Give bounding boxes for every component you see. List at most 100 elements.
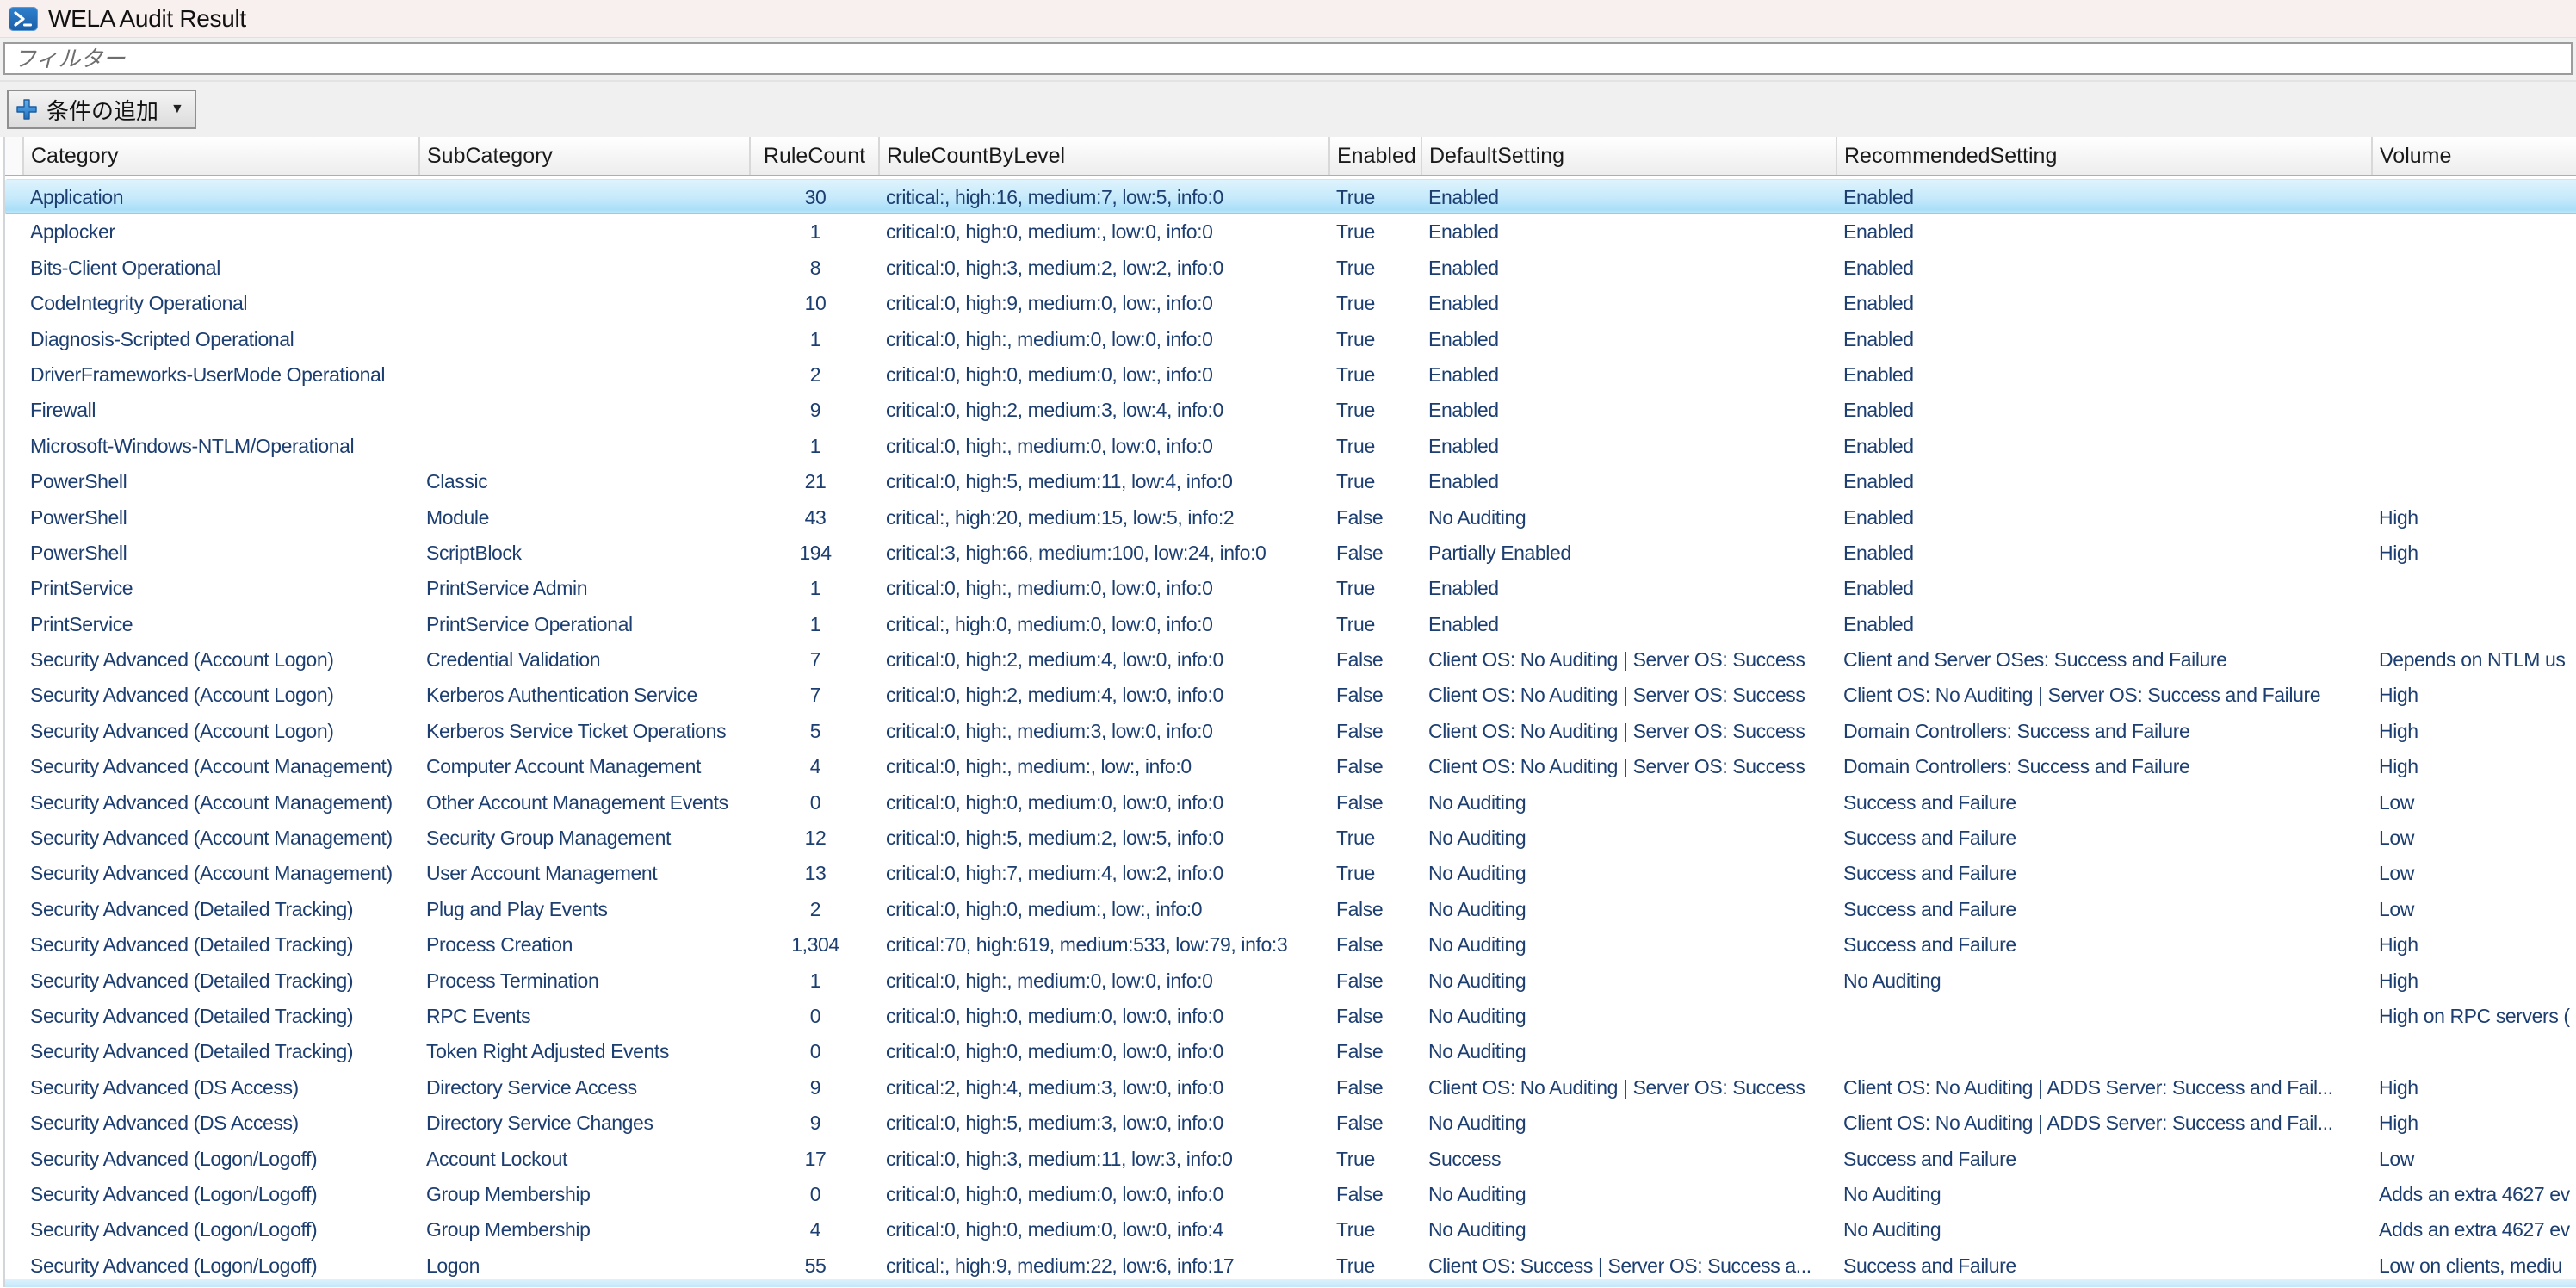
table-row[interactable]: Security Advanced (DS Access) Directory … [5, 1070, 2576, 1105]
cell-rulecount: 0 [751, 1034, 880, 1069]
cell-subcategory [420, 286, 751, 321]
table-row[interactable]: PowerShell ScriptBlock 194 critical:3, h… [5, 536, 2576, 571]
cell-enabled: True [1330, 820, 1422, 856]
plus-icon [15, 98, 38, 121]
table-row[interactable]: Diagnosis-Scripted Operational 1 critica… [5, 322, 2576, 357]
cell-rulecount: 9 [751, 1070, 880, 1105]
cell-volume: High [2373, 1070, 2576, 1105]
table-row[interactable]: Security Advanced (Detailed Tracking) Pl… [5, 892, 2576, 927]
cell-rulecount: 194 [751, 536, 880, 571]
table-row[interactable]: PrintService PrintService Operational 1 … [5, 607, 2576, 642]
cell-defaultsetting: No Auditing [1422, 927, 1837, 963]
table-row[interactable]: Applocker 1 critical:0, high:0, medium:,… [5, 214, 2576, 250]
cell-defaultsetting: No Auditing [1422, 500, 1837, 536]
row-gutter [5, 1070, 24, 1105]
cell-subcategory [420, 393, 751, 428]
cell-recommendedsetting: Enabled [1837, 393, 2373, 428]
table-row[interactable]: Security Advanced (Logon/Logoff) Group M… [5, 1212, 2576, 1248]
cell-subcategory: Token Right Adjusted Events [420, 1034, 751, 1069]
table-row[interactable]: Security Advanced (Account Management) O… [5, 785, 2576, 820]
table-row[interactable]: PowerShell Module 43 critical:, high:20,… [5, 500, 2576, 536]
cell-subcategory: RPC Events [420, 999, 751, 1034]
cell-volume [2373, 357, 2576, 393]
table-row[interactable]: Security Advanced (Account Management) C… [5, 749, 2576, 784]
table-row[interactable]: Security Advanced (Detailed Tracking) Pr… [5, 963, 2576, 999]
table-row[interactable]: Security Advanced (Account Logon) Kerber… [5, 714, 2576, 749]
cell-rulecountbylevel: critical:0, high:3, medium:2, low:2, inf… [880, 251, 1330, 286]
cell-rulecount: 0 [751, 785, 880, 820]
column-header-defaultsetting[interactable]: DefaultSetting [1422, 137, 1837, 175]
cell-enabled: False [1330, 500, 1422, 536]
cell-category: Security Advanced (Logon/Logoff) [24, 1142, 420, 1177]
cell-subcategory: Kerberos Authentication Service [420, 678, 751, 713]
table-row[interactable]: Bits-Client Operational 8 critical:0, hi… [5, 251, 2576, 286]
table-row[interactable]: Security Advanced (Detailed Tracking) RP… [5, 999, 2576, 1034]
cell-rulecountbylevel: critical:0, high:, medium:0, low:0, info… [880, 571, 1330, 606]
row-gutter [5, 820, 24, 856]
table-row[interactable]: Security Advanced (Account Logon) Kerber… [5, 678, 2576, 713]
cell-rulecountbylevel: critical:0, high:0, medium:0, low:0, inf… [880, 1212, 1330, 1248]
table-row[interactable]: Security Advanced (Account Logon) Creden… [5, 642, 2576, 678]
cell-category: PowerShell [24, 536, 420, 571]
add-criteria-button[interactable]: 条件の追加 ▼ [7, 90, 196, 129]
cell-recommendedsetting: Success and Failure [1837, 820, 2373, 856]
column-header-rulecountbylevel[interactable]: RuleCountByLevel [880, 137, 1330, 175]
table-row[interactable]: Microsoft-Windows-NTLM/Operational 1 cri… [5, 429, 2576, 464]
filter-panel: 条件の追加 ▼ [0, 38, 2576, 137]
cell-volume: Low [2373, 1142, 2576, 1177]
cell-volume [2373, 322, 2576, 357]
table-row[interactable]: Security Advanced (Account Management) U… [5, 856, 2576, 891]
table-row[interactable]: Application 30 critical:, high:16, mediu… [5, 179, 2576, 214]
row-gutter [5, 1142, 24, 1177]
cell-rulecount: 5 [751, 714, 880, 749]
cell-category: Application [24, 180, 420, 213]
cell-recommendedsetting: Enabled [1837, 322, 2373, 357]
table-row[interactable]: Security Advanced (DS Access) Directory … [5, 1105, 2576, 1141]
cell-rulecount: 0 [751, 999, 880, 1034]
table-row[interactable]: PrintService PrintService Admin 1 critic… [5, 571, 2576, 606]
cell-rulecountbylevel: critical:0, high:2, medium:4, low:0, inf… [880, 642, 1330, 678]
table-row[interactable]: Security Advanced (Detailed Tracking) To… [5, 1034, 2576, 1069]
table-row[interactable]: Security Advanced (Logon/Logoff) Account… [5, 1142, 2576, 1177]
cell-recommendedsetting: Enabled [1837, 286, 2373, 321]
cell-enabled: False [1330, 785, 1422, 820]
cell-volume: High [2373, 500, 2576, 536]
cell-recommendedsetting: Success and Failure [1837, 892, 2373, 927]
cell-volume [2373, 251, 2576, 286]
table-row[interactable]: Security Advanced (Logon/Logoff) Group M… [5, 1177, 2576, 1212]
table-row[interactable]: DriverFrameworks-UserMode Operational 2 … [5, 357, 2576, 393]
row-gutter [5, 749, 24, 784]
cell-rulecountbylevel: critical:, high:20, medium:15, low:5, in… [880, 500, 1330, 536]
table-row[interactable]: Firewall 9 critical:0, high:2, medium:3,… [5, 393, 2576, 428]
column-header-rulecount[interactable]: RuleCount [751, 137, 880, 175]
table-row[interactable]: PowerShell Classic 21 critical:0, high:5… [5, 464, 2576, 499]
column-header-subcategory[interactable]: SubCategory [420, 137, 751, 175]
table-row[interactable]: CodeIntegrity Operational 10 critical:0,… [5, 286, 2576, 321]
cell-defaultsetting: Success [1422, 1142, 1837, 1177]
cell-enabled: True [1330, 429, 1422, 464]
cell-defaultsetting: Client OS: No Auditing | Server OS: Succ… [1422, 642, 1837, 678]
cell-volume: Low [2373, 856, 2576, 891]
cell-subcategory [420, 429, 751, 464]
cell-subcategory: Group Membership [420, 1177, 751, 1212]
column-header-enabled[interactable]: Enabled [1330, 137, 1422, 175]
cell-category: Security Advanced (Detailed Tracking) [24, 963, 420, 999]
table-row[interactable]: Security Advanced (Detailed Tracking) Pr… [5, 927, 2576, 963]
row-gutter [5, 536, 24, 571]
filter-input[interactable] [3, 42, 2573, 75]
cell-rulecountbylevel: critical:0, high:7, medium:4, low:2, inf… [880, 856, 1330, 891]
cell-defaultsetting: Enabled [1422, 607, 1837, 642]
row-gutter [5, 785, 24, 820]
column-header-category[interactable]: Category [24, 137, 420, 175]
cell-rulecountbylevel: critical:0, high:0, medium:0, low:0, inf… [880, 1034, 1330, 1069]
cell-category: Security Advanced (Logon/Logoff) [24, 1212, 420, 1248]
cell-enabled: False [1330, 1177, 1422, 1212]
column-header-volume[interactable]: Volume [2373, 137, 2576, 175]
row-gutter [5, 429, 24, 464]
cell-rulecountbylevel: critical:0, high:5, medium:11, low:4, in… [880, 464, 1330, 499]
cell-enabled: False [1330, 1070, 1422, 1105]
cell-enabled: False [1330, 1034, 1422, 1069]
column-header-recommendedsetting[interactable]: RecommendedSetting [1837, 137, 2373, 175]
table-row[interactable]: Security Advanced (Account Management) S… [5, 820, 2576, 856]
cell-volume: High on RPC servers ( [2373, 999, 2576, 1034]
